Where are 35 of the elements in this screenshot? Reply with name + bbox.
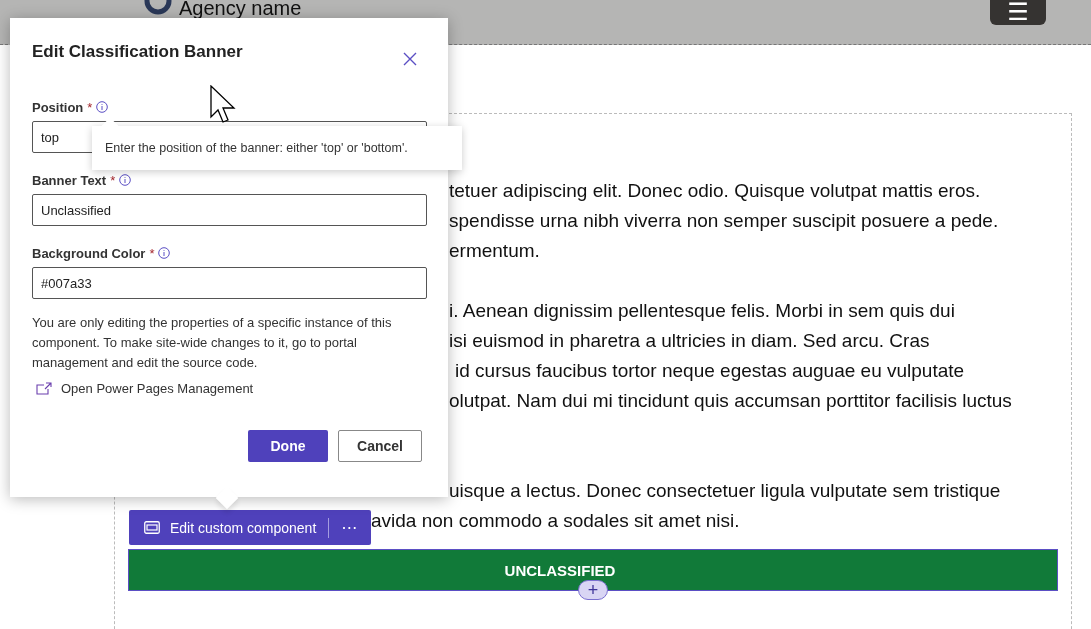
paragraph-line: tetuer adipiscing elit. Donec odio. Quisque volutpat mattis eros. [449,180,981,201]
external-link-icon [36,381,52,396]
paragraph-line: spendisse urna nibh viverra non semper suscipit posuere a pede. [449,210,999,231]
paragraph-line: olutpat. Nam dui mi tincidunt quis accumsan porttitor facilisis luctus [449,390,1012,411]
paragraph-line: ermentum. [449,240,540,261]
edit-component-button[interactable]: Edit custom component [160,519,317,536]
info-icon[interactable] [119,174,132,186]
required-mark: * [87,99,93,115]
dialog-title: Edit Classification Banner [32,42,243,62]
paragraph-line: avida non commodo a sodales sit amet nisi. [371,510,740,531]
banner-text: UNCLASSIFIED [504,561,616,579]
more-button[interactable]: ⋯ [329,518,358,537]
tooltip-text: Enter the position of the banner: either 'top' or 'bottom'. [105,141,408,155]
paragraph-line: i. Aenean dignissim pellentesque felis. Morbi in sem quis dui [449,300,955,321]
field-label: Background Color [32,245,146,261]
component-icon [144,521,160,534]
info-icon[interactable] [158,247,171,259]
required-mark: * [110,172,116,188]
dialog-button[interactable]: Cancel [338,430,422,462]
text-field[interactable]: #007a33 [32,267,427,299]
paragraph-line: uisque a lectus. Donec consectetuer ligula vulputate sem tristique [449,480,1001,501]
dialog-note: You are only editing the properties of a specific instance of this component. To make site-wide changes to it, go to portal management and edit the source code. [32,314,393,372]
field-label: Position [32,99,84,115]
paragraph-line: isi euismod in pharetra a ultricies in diam. Sed arcu. Cras [449,330,930,351]
text-field[interactable]: Unclassified [32,194,427,226]
required-mark: * [149,245,155,261]
add-button[interactable]: + [578,580,608,600]
field-label: Banner Text [32,172,107,188]
paragraph-line: id cursus faucibus tortor neque egestas auguae eu vulputate [455,360,965,381]
agency-name: Agency name [179,0,302,17]
management-link[interactable]: Open Power Pages Management [61,381,254,396]
dialog-button[interactable]: Done [248,430,328,462]
info-icon[interactable] [96,101,109,113]
menu-button[interactable]: ☰ [990,0,1046,25]
close-icon[interactable] [403,52,417,66]
